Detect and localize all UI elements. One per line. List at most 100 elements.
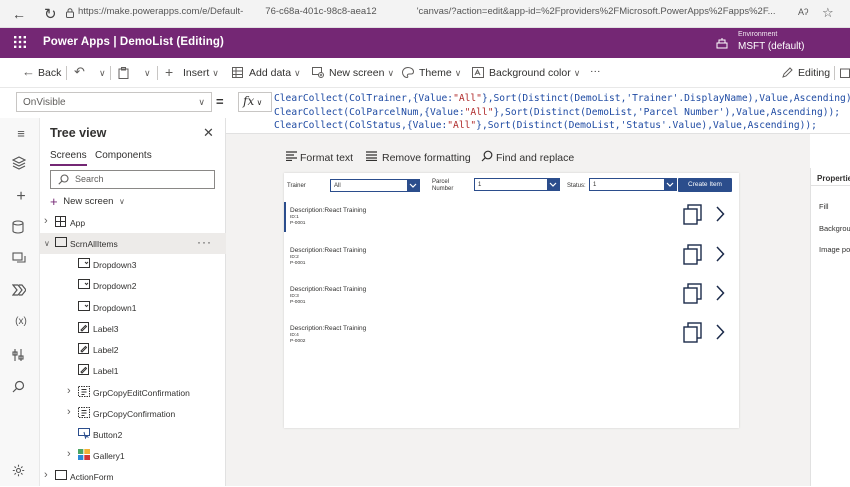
tree-node-dropdown3[interactable]: Dropdown3 <box>40 254 226 275</box>
remove-formatting-icon[interactable] <box>366 151 377 161</box>
format-text-icon[interactable] <box>286 151 297 161</box>
find-replace-button[interactable]: Find and replace <box>496 152 574 164</box>
editing-mode-button[interactable]: Editing <box>798 67 830 79</box>
back-arrow-icon[interactable]: ← <box>12 6 26 22</box>
environment-value[interactable]: MSFT (default) <box>738 41 805 52</box>
chevron-right-icon[interactable]: › <box>67 406 71 418</box>
formula-string-literal: "All" <box>464 106 494 118</box>
chevron-right-icon[interactable]: › <box>67 448 71 460</box>
property-dropdown[interactable]: OnVisible ∨ <box>16 92 212 112</box>
tree-search-input[interactable]: Search <box>50 170 215 189</box>
undo-icon[interactable]: ↶ <box>74 64 85 80</box>
chevron-right-icon[interactable]: › <box>44 215 48 227</box>
tree-node-dropdown1[interactable]: Dropdown1 <box>40 297 226 318</box>
formula-editor[interactable]: ClearCollect(ColTrainer,{Value:"All"},So… <box>274 92 850 133</box>
reader-view-icon[interactable]: Aʔ <box>798 7 809 17</box>
chevron-down-icon[interactable]: ∨ <box>99 68 106 79</box>
chevron-down-icon <box>407 179 419 192</box>
status-dropdown[interactable]: 1 <box>589 178 677 191</box>
background-color-icon[interactable] <box>472 67 484 78</box>
trainer-dropdown[interactable]: All <box>330 179 420 192</box>
search-icon[interactable] <box>12 380 30 398</box>
new-screen-icon[interactable] <box>312 67 324 78</box>
formula-string-literal: "All" <box>447 120 477 131</box>
fx-icon: fx <box>243 94 255 108</box>
chevron-down-icon[interactable]: ∨ <box>144 68 151 79</box>
tree-view-layers-icon[interactable] <box>12 156 30 174</box>
tree-node-app[interactable]: › App <box>40 212 226 233</box>
divider <box>110 66 111 80</box>
more-options-icon[interactable]: ··· <box>197 235 212 249</box>
back-button[interactable]: Back <box>38 67 61 79</box>
equals-sign: = <box>216 94 224 109</box>
address-bar[interactable]: https://make.powerapps.com/e/Default- 76-… <box>78 6 776 17</box>
more-options-button[interactable]: ··· <box>590 65 601 77</box>
url-start: https://make.powerapps.com/e/Default- <box>78 6 244 17</box>
gallery-item[interactable]: Description:React Training ID:4 P-0002 <box>284 318 739 356</box>
refresh-icon[interactable]: ↻ <box>44 5 57 23</box>
hamburger-menu-icon[interactable]: ≡ <box>12 126 30 144</box>
create-item-button[interactable]: Create Item <box>678 178 732 192</box>
power-automate-icon[interactable] <box>12 284 30 302</box>
new-screen-tree-button[interactable]: + New screen ∨ <box>50 194 125 209</box>
tree-node-dropdown2[interactable]: Dropdown2 <box>40 275 226 296</box>
pencil-icon[interactable] <box>782 67 793 78</box>
close-icon[interactable]: ✕ <box>203 125 214 141</box>
tree-node-scrnallitems[interactable]: ∨ ScrnAllItems ··· <box>40 233 226 254</box>
left-rail: ≡ + (x) <box>0 118 40 486</box>
settings-gear-icon[interactable] <box>12 464 30 482</box>
remove-formatting-button[interactable]: Remove formatting <box>382 152 471 164</box>
advanced-tools-icon[interactable] <box>12 348 30 366</box>
tree-node-grpcopyconfirmation[interactable]: › GrpCopyConfirmation <box>40 403 226 424</box>
search-icon[interactable] <box>481 150 493 162</box>
tree-node-label3[interactable]: Label3 <box>40 318 226 339</box>
tree-node-grpcopyeditconfirmation[interactable]: › GrpCopyEditConfirmation <box>40 382 226 403</box>
lock-icon[interactable] <box>66 8 74 18</box>
app-launcher-icon[interactable] <box>14 36 26 48</box>
back-icon[interactable]: ← <box>22 64 35 79</box>
properties-title: Properties <box>817 174 850 183</box>
tab-screens[interactable]: Screens <box>50 150 87 166</box>
divider <box>810 185 850 186</box>
theme-button[interactable]: Theme ∨ <box>419 67 461 79</box>
tree-node-button2[interactable]: Button2 <box>40 424 226 445</box>
media-icon[interactable] <box>12 252 30 270</box>
new-screen-button[interactable]: New screen ∨ <box>329 67 394 79</box>
chevron-right-icon[interactable] <box>715 206 725 222</box>
copy-icon[interactable] <box>683 322 703 344</box>
add-data-button[interactable]: Add data ∨ <box>249 67 301 79</box>
plus-icon[interactable]: + <box>165 64 173 80</box>
tree-node-label1[interactable]: Label1 <box>40 360 226 381</box>
chevron-right-icon[interactable]: › <box>44 469 48 481</box>
theme-palette-icon[interactable] <box>402 67 414 78</box>
tree-node-gallery1[interactable]: › Gallery1 <box>40 445 226 466</box>
data-cylinder-icon[interactable] <box>12 220 30 238</box>
parcel-number-dropdown[interactable]: 1 <box>474 178 560 191</box>
gallery-item[interactable]: Description:React Training ID:1 P-0001 <box>284 200 739 238</box>
tree-node-actionform[interactable]: › ActionForm <box>40 466 226 487</box>
background-color-button[interactable]: Background color ∨ <box>489 67 580 79</box>
insert-button[interactable]: Insert ∨ <box>183 67 219 79</box>
environment-icon[interactable] <box>716 37 728 49</box>
gallery-item[interactable]: Description:React Training ID:2 P-0001 <box>284 240 739 278</box>
clipboard-icon[interactable] <box>118 67 129 79</box>
copy-icon[interactable] <box>683 204 703 226</box>
tab-components[interactable]: Components <box>95 150 152 161</box>
favorite-star-icon[interactable]: ☆ <box>822 5 834 21</box>
chevron-right-icon[interactable] <box>715 246 725 262</box>
tree-node-label2[interactable]: Label2 <box>40 339 226 360</box>
variables-icon[interactable]: (x) <box>12 316 30 334</box>
table-icon[interactable] <box>232 67 243 78</box>
insert-plus-icon[interactable]: + <box>12 188 30 206</box>
app-screen-preview: Trainer All Parcel Number 1 Status: 1 Cre… <box>284 173 739 428</box>
gallery-item[interactable]: Description:React Training ID:3 P-0001 <box>284 279 739 317</box>
share-icon[interactable] <box>840 67 850 78</box>
chevron-down-icon[interactable]: ∨ <box>44 239 50 248</box>
copy-icon[interactable] <box>683 283 703 305</box>
fx-button[interactable]: fx ∨ <box>238 92 272 112</box>
chevron-right-icon[interactable] <box>715 285 725 301</box>
chevron-right-icon[interactable]: › <box>67 385 71 397</box>
format-text-button[interactable]: Format text <box>300 152 353 164</box>
copy-icon[interactable] <box>683 244 703 266</box>
chevron-right-icon[interactable] <box>715 324 725 340</box>
